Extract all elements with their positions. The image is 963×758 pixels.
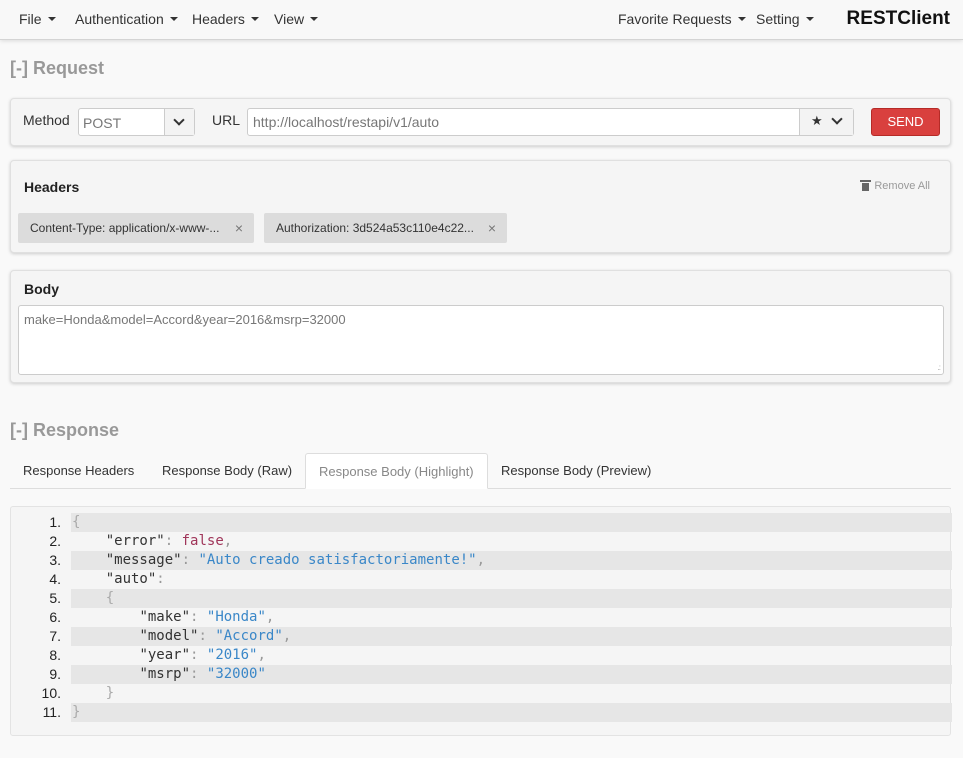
- close-icon[interactable]: ×: [488, 213, 496, 243]
- line-number: 6.: [49, 609, 61, 625]
- body-panel: Body make=Honda&model=Accord&year=2016&m…: [10, 270, 951, 383]
- trash-icon: [860, 180, 872, 191]
- menu-favorite-requests[interactable]: Favorite Requests: [618, 11, 746, 27]
- code-line: 7. "model": "Accord",: [11, 627, 952, 646]
- headers-title: Headers: [24, 179, 80, 195]
- request-line-panel: Method POST URL ★ SEND: [10, 98, 951, 146]
- line-number: 3.: [49, 552, 61, 568]
- menu-setting-label: Setting: [756, 11, 800, 27]
- request-body-textarea[interactable]: make=Honda&model=Accord&year=2016&msrp=3…: [18, 305, 944, 375]
- chevron-down-icon: [831, 113, 843, 125]
- code-line-stripe: [71, 589, 952, 608]
- code-line-stripe: [71, 570, 952, 589]
- code-line: 3. "message": "Auto creado satisfactoria…: [11, 551, 952, 570]
- method-dropdown-button[interactable]: [164, 109, 194, 135]
- header-tag-label: Authorization: 3d524a53c110e4c22...: [276, 221, 474, 235]
- resize-grip-icon[interactable]: .:: [938, 363, 942, 372]
- menu-file-label: File: [19, 11, 42, 27]
- header-tag-label: Content-Type: application/x-www-...: [30, 221, 220, 235]
- menu-authentication-label: Authentication: [75, 11, 164, 27]
- menu-setting[interactable]: Setting: [756, 11, 814, 27]
- menu-view-label: View: [274, 11, 305, 27]
- send-button[interactable]: SEND: [871, 108, 940, 136]
- tab-response-body-preview[interactable]: Response Body (Preview): [488, 453, 664, 489]
- top-navbar: File Authentication Headers View Favorit…: [0, 0, 963, 40]
- url-label: URL: [212, 112, 241, 128]
- remove-all-label: Remove All: [874, 180, 930, 192]
- code-line-text: "model": "Accord",: [139, 628, 292, 644]
- code-line-stripe: [71, 513, 952, 532]
- menu-headers[interactable]: Headers: [192, 11, 259, 27]
- code-line-text: {: [105, 590, 115, 606]
- code-line: 11.}: [11, 703, 952, 722]
- close-icon[interactable]: ×: [235, 213, 243, 243]
- chevron-down-icon: [173, 114, 185, 126]
- tab-response-headers[interactable]: Response Headers: [10, 453, 147, 489]
- url-input[interactable]: [248, 109, 798, 135]
- caret-down-icon: [47, 17, 56, 21]
- code-line-text: }: [105, 685, 115, 701]
- menu-view[interactable]: View: [274, 11, 319, 27]
- url-input-group: ★: [247, 108, 854, 136]
- caret-down-icon: [737, 17, 746, 21]
- headers-panel: Headers Remove All Content-Type: applica…: [10, 160, 951, 253]
- request-section-toggle[interactable]: [-] Request: [10, 58, 104, 79]
- header-tag[interactable]: Authorization: 3d524a53c110e4c22... ×: [264, 213, 507, 243]
- line-number: 4.: [49, 571, 61, 587]
- line-number: 5.: [49, 590, 61, 606]
- method-label: Method: [23, 112, 70, 128]
- code-line: 8. "year": "2016",: [11, 646, 952, 665]
- code-line: 1. {: [11, 513, 952, 532]
- tab-response-body-raw[interactable]: Response Body (Raw): [149, 453, 305, 489]
- code-line-text: "msrp": "32000": [139, 666, 266, 682]
- line-number: 11.: [42, 704, 61, 720]
- tab-response-body-highlight[interactable]: Response Body (Highlight): [305, 453, 488, 489]
- code-line: 6. "make": "Honda",: [11, 608, 952, 627]
- code-line-text: "auto":: [105, 571, 165, 587]
- menu-authentication[interactable]: Authentication: [75, 11, 178, 27]
- menu-favorite-requests-label: Favorite Requests: [618, 11, 732, 27]
- code-line-text: {: [72, 514, 81, 530]
- body-title: Body: [24, 281, 59, 297]
- menu-file[interactable]: File: [19, 11, 56, 27]
- code-line-text: "message": "Auto creado satisfactoriamen…: [105, 552, 486, 568]
- caret-down-icon: [250, 17, 259, 21]
- line-number: 1.: [49, 514, 61, 530]
- code-line: 9. "msrp": "32000": [11, 665, 952, 684]
- line-number: 8.: [49, 647, 61, 663]
- line-number: 2.: [49, 533, 61, 549]
- response-section-toggle[interactable]: [-] Response: [10, 420, 119, 441]
- code-line-text: "error": false,: [105, 533, 233, 549]
- star-icon: ★: [811, 113, 823, 128]
- remove-all-headers-button[interactable]: Remove All: [860, 180, 930, 192]
- code-line-text: "make": "Honda",: [139, 609, 275, 625]
- caret-down-icon: [805, 17, 814, 21]
- caret-down-icon: [310, 17, 319, 21]
- code-line-text: }: [72, 704, 81, 720]
- caret-down-icon: [169, 17, 178, 21]
- code-line: 2. "error": false,: [11, 532, 952, 551]
- line-number: 9.: [49, 666, 61, 682]
- code-line: 10. }: [11, 684, 952, 703]
- code-line-text: "year": "2016",: [139, 647, 266, 663]
- line-number: 10.: [41, 685, 61, 701]
- code-line-stripe: [71, 684, 952, 703]
- header-tag[interactable]: Content-Type: application/x-www-... ×: [18, 213, 254, 243]
- brand-logo[interactable]: RESTClient: [847, 8, 950, 30]
- favorite-url-button[interactable]: ★: [799, 109, 853, 135]
- code-line: 5. {: [11, 589, 952, 608]
- code-line: 4. "auto":: [11, 570, 952, 589]
- response-code-block: 1.{2. "error": false, 3. "message": "Auto…: [10, 506, 952, 736]
- line-number: 7.: [49, 628, 61, 644]
- menu-headers-label: Headers: [192, 11, 245, 27]
- code-line-stripe: [71, 703, 952, 722]
- method-value: POST: [83, 115, 122, 131]
- method-select[interactable]: POST: [78, 108, 195, 136]
